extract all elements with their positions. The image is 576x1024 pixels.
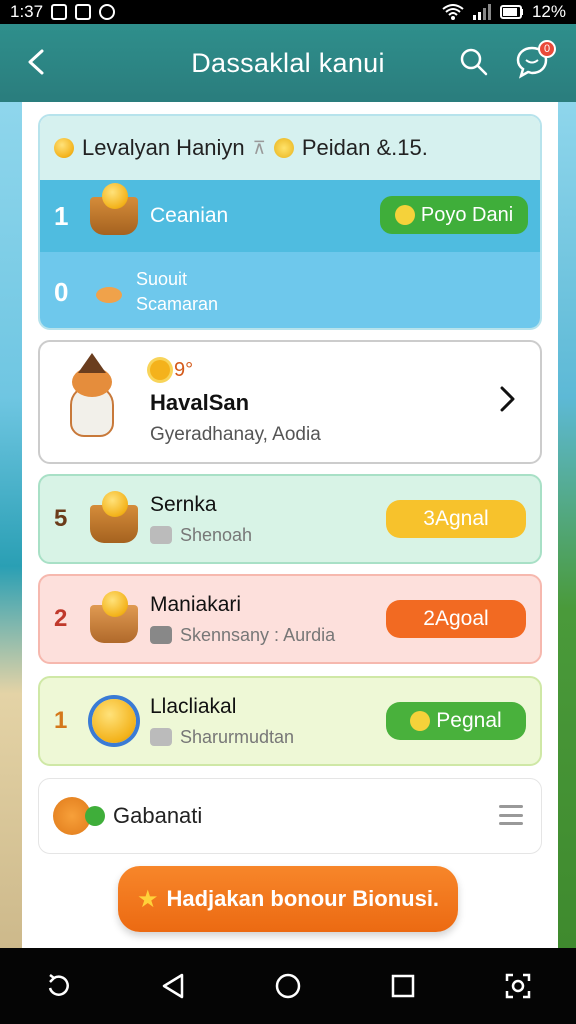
list-item-subtitle: Shenoah <box>180 524 253 545</box>
notification-icon <box>51 4 68 20</box>
row-1-number: 1 <box>54 200 69 231</box>
sparkle-food-icon <box>90 277 128 307</box>
list-item-number: 2 <box>54 605 68 632</box>
row-2-line-2: Scamaran <box>136 294 219 314</box>
menu-icon[interactable] <box>499 805 523 825</box>
summary-header-right: Peidan &.15. <box>301 135 428 160</box>
bonus-button[interactable]: ★ Hadjakan bonour Bionusi. <box>118 866 458 932</box>
image-icon <box>150 526 172 544</box>
bonus-button-label: Hadjakan bonour Bionusi. <box>166 886 440 911</box>
basket-icon <box>88 591 140 645</box>
battery-percent: 12% <box>531 2 566 21</box>
list-item-button[interactable]: Pegnal <box>386 702 526 740</box>
list-item-button-label: Pegnal <box>436 709 502 732</box>
featured-subtitle: Gyeradhanay, Aodia <box>150 423 321 445</box>
back-nav-button[interactable] <box>153 966 193 1006</box>
sun-icon <box>150 360 170 380</box>
app-bar: Dassaklal kanui 0 <box>0 24 576 102</box>
flame-icon <box>54 138 74 158</box>
back-button[interactable] <box>18 44 54 80</box>
shield-icon <box>273 138 294 158</box>
recents-button[interactable] <box>383 966 423 1006</box>
system-nav-bar <box>0 948 576 1024</box>
list-item-subtitle: Skennsany : Aurdia <box>180 624 336 645</box>
search-button[interactable] <box>456 44 492 80</box>
battery-icon <box>499 5 523 19</box>
summary-row-2[interactable]: 0 Suouit Scamaran <box>40 252 540 328</box>
search-icon <box>460 48 488 76</box>
list-item-button-label: 2Agoal <box>423 607 489 630</box>
basket-icon <box>88 491 140 545</box>
row-1-label: Ceanian <box>150 204 229 227</box>
list-item[interactable]: 1 Llacliakal Sharurmudtan Pegnal <box>38 676 542 766</box>
bell-icon <box>410 711 431 731</box>
featured-title: HavalSan <box>150 389 250 415</box>
camera-icon <box>150 626 172 644</box>
row-1-button[interactable]: Poyo Dani <box>380 196 528 234</box>
app-notification-icon <box>75 4 92 20</box>
recents-square-icon <box>391 974 415 998</box>
list-item[interactable]: 5 Sernka Shenoah 3Agnal <box>38 474 542 564</box>
sync-icon <box>99 4 116 20</box>
summary-header-left: Levalyan Haniyn <box>82 135 245 160</box>
chat-button[interactable]: 0 <box>512 40 556 82</box>
arrow-left-icon <box>28 49 44 75</box>
status-bar: 1:37 12% <box>0 0 576 24</box>
background-left-strip <box>0 100 22 948</box>
row-2-line-1: Suouit <box>136 269 188 289</box>
rotate-icon <box>48 974 69 996</box>
community-title: Gabanati <box>113 803 203 828</box>
summary-card: Levalyan Haniyn ⊼ Peidan &.15. 1 Ceanian… <box>38 114 542 330</box>
list-item-number: 5 <box>54 505 68 532</box>
list-item-title: Sernka <box>150 492 217 516</box>
community-card[interactable]: Gabanati <box>38 778 542 854</box>
image-icon <box>150 728 172 746</box>
summary-header: Levalyan Haniyn ⊼ Peidan &.15. <box>40 116 540 180</box>
leaf-icon <box>85 806 105 826</box>
chat-badge: 0 <box>538 40 556 58</box>
featured-card[interactable]: 9° HavalSan Gyeradhanay, Aodia <box>38 340 542 464</box>
wifi-icon <box>442 4 464 20</box>
list-item[interactable]: 2 Maniakari Skennsany : Aurdia 2Agoal <box>38 574 542 664</box>
row-1-button-label: Poyo Dani <box>420 203 514 226</box>
home-circle-icon <box>275 973 301 999</box>
list-item-subtitle: Sharurmudtan <box>180 726 295 747</box>
screenshot-icon <box>506 973 531 999</box>
signal-icon <box>472 4 491 20</box>
main-panel: Levalyan Haniyn ⊼ Peidan &.15. 1 Ceanian… <box>22 102 558 948</box>
row-2-number: 0 <box>54 276 69 307</box>
status-time: 1:37 <box>10 2 44 21</box>
coin-icon <box>88 695 140 747</box>
list-item-button-label: 3Agnal <box>423 507 489 530</box>
chevron-right-icon[interactable] <box>492 384 522 414</box>
star-icon: ★ <box>136 885 159 913</box>
screenshot-button[interactable] <box>498 966 538 1006</box>
page-title: Dassaklal kanui <box>191 47 385 78</box>
list-item-title: Llacliakal <box>150 694 237 718</box>
divider-icon: ⊼ <box>252 137 266 158</box>
mascot-icon <box>58 353 132 445</box>
summary-row-1[interactable]: 1 Ceanian Poyo Dani <box>40 180 540 252</box>
bell-icon <box>394 205 415 225</box>
triangle-back-icon <box>162 973 184 999</box>
list-item-button[interactable]: 3Agnal <box>386 500 526 538</box>
featured-badge: 9° <box>174 358 194 381</box>
list-item-number: 1 <box>54 707 68 734</box>
home-button[interactable] <box>268 966 308 1006</box>
coin-basket-icon <box>90 183 138 235</box>
rotate-button[interactable] <box>38 966 78 1006</box>
list-item-title: Maniakari <box>150 592 242 616</box>
list-item-button[interactable]: 2Agoal <box>386 600 526 638</box>
